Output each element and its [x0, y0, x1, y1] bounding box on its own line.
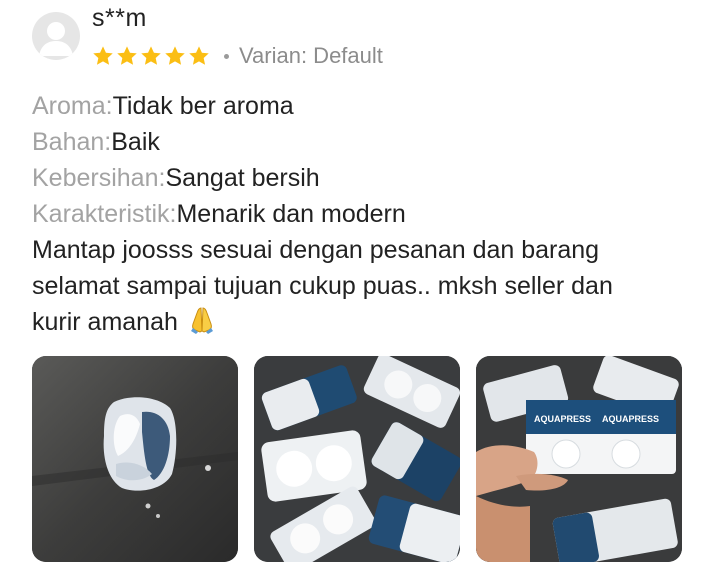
star-icon	[93, 46, 113, 65]
star-icon	[117, 46, 137, 65]
attribute-label: Kebersihan:	[32, 164, 166, 192]
attribute-value: Menarik dan modern	[176, 200, 406, 228]
star-icon	[189, 46, 209, 65]
review-photo-3[interactable]: AQUAPRESS AQUAPRESS	[476, 356, 682, 562]
attribute-bahan: Bahan:Baik	[32, 124, 406, 160]
photo-brand-label: AQUAPRESS	[534, 414, 591, 424]
review-attributes: Aroma:Tidak ber aroma Bahan:Baik Kebersi…	[32, 88, 406, 232]
dot-separator	[224, 53, 229, 59]
user-avatar-icon	[39, 22, 73, 56]
comment-line: Mantap joosss sesuai dengan pesanan dan …	[32, 236, 600, 264]
folded-hands-icon	[188, 304, 216, 344]
review-comment: Mantap joosss sesuai dengan pesanan dan …	[32, 232, 702, 344]
comment-line-last: kurir amanah	[32, 304, 702, 344]
attribute-label: Karakteristik:	[32, 200, 177, 228]
reviewer-name[interactable]: s**m	[92, 4, 147, 33]
review-photo-2[interactable]	[254, 356, 460, 562]
star-icon	[165, 46, 185, 65]
review-photos: AQUAPRESS AQUAPRESS	[32, 356, 682, 562]
attribute-label: Aroma:	[32, 92, 113, 120]
attribute-value: Sangat bersih	[165, 164, 320, 192]
comment-line: kurir amanah	[32, 308, 178, 336]
star-icon	[141, 46, 161, 65]
variant-label: Varian: Default	[239, 43, 383, 68]
review-photo-1[interactable]	[32, 356, 238, 562]
avatar[interactable]	[32, 12, 80, 60]
attribute-aroma: Aroma:Tidak ber aroma	[32, 88, 406, 124]
attribute-label: Bahan:	[32, 128, 112, 156]
attribute-value: Tidak ber aroma	[112, 92, 294, 120]
star-rating	[92, 45, 210, 67]
comment-line: selamat sampai tujuan cukup puas.. mksh …	[32, 272, 613, 300]
attribute-karakteristik: Karakteristik:Menarik dan modern	[32, 196, 406, 232]
photo-brand-label: AQUAPRESS	[602, 414, 659, 424]
attribute-kebersihan: Kebersihan:Sangat bersih	[32, 160, 406, 196]
attribute-value: Baik	[111, 128, 160, 156]
rating-row: Varian: Default	[92, 42, 383, 70]
